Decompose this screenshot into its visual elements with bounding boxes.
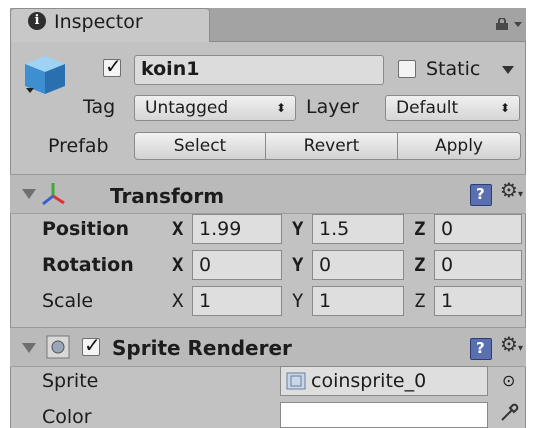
position-y-field[interactable]: 1.5 [312,214,404,244]
sprite-renderer-enabled-checkbox[interactable] [82,333,101,357]
scale-x-label[interactable]: X [172,290,183,312]
position-z-field[interactable]: 0 [434,214,522,244]
transform-foldout-icon[interactable] [22,189,36,199]
color-swatch[interactable] [280,402,488,428]
help-book-icon[interactable] [470,184,492,206]
tag-dropdown[interactable]: Untagged ⬍ [134,95,296,121]
rotation-x-field[interactable]: 0 [192,250,282,280]
transform-header[interactable] [10,174,526,214]
position-x-field[interactable]: 1.99 [192,214,282,244]
tag-label: Tag [83,96,116,118]
static-label: Static [426,58,481,80]
sprite-asset-icon [286,372,306,390]
lock-icon[interactable] [494,18,510,30]
rotation-y-label[interactable]: Y [292,254,303,276]
scale-z-field[interactable]: 1 [434,286,522,316]
rotation-x-label[interactable]: X [172,254,183,276]
gear-icon[interactable]: ⚙▾ [500,332,523,356]
sprite-renderer-icon [46,335,70,359]
position-x-label[interactable]: X [172,218,183,240]
scale-y-field[interactable]: 1 [312,286,404,316]
prefab-label: Prefab [48,135,109,157]
position-label: Position [42,218,129,240]
layer-label: Layer [306,96,359,118]
position-z-label[interactable]: Z [414,218,425,240]
rotation-z-field[interactable]: 0 [434,250,522,280]
rotation-y-field[interactable]: 0 [312,250,404,280]
object-picker-icon[interactable]: ⊙ [502,371,515,390]
tab-menu-icon[interactable] [514,22,522,27]
sprite-label: Sprite [42,370,99,392]
prefab-apply-button[interactable]: Apply [397,132,521,160]
inspector-tab-title: Inspector [54,11,143,33]
sprite-renderer-title: Sprite Renderer [112,336,292,360]
gameobject-name-field[interactable]: koin1 [134,55,384,85]
tag-value: Untagged [145,98,229,118]
layer-value: Default [396,98,459,118]
scale-label: Scale [42,290,94,312]
position-y-label[interactable]: Y [292,218,303,240]
scale-x-field[interactable]: 1 [192,286,282,316]
info-icon: i [28,12,46,30]
sprite-renderer-foldout-icon[interactable] [22,343,36,353]
help-book-icon[interactable] [470,338,492,360]
eyedropper-icon[interactable] [498,400,522,424]
dropdown-arrows-icon: ⬍ [275,101,286,115]
scale-z-label[interactable]: Z [414,290,425,312]
transform-title: Transform [110,184,225,208]
gameobject-active-checkbox[interactable] [103,54,122,78]
gear-icon[interactable]: ⚙▾ [500,178,523,202]
gameobject-cube-icon[interactable] [20,52,70,98]
sprite-value: coinsprite_0 [311,370,427,392]
prefab-revert-button[interactable]: Revert [265,132,398,160]
scale-y-label[interactable]: Y [292,290,303,312]
layer-dropdown[interactable]: Default ⬍ [385,95,520,121]
transform-axes-icon [42,183,65,206]
color-label: Color [42,406,92,428]
rotation-z-label[interactable]: Z [414,254,425,276]
sprite-field[interactable]: coinsprite_0 [280,366,488,396]
static-dropdown-icon[interactable] [502,66,514,74]
prefab-select-button[interactable]: Select [134,132,266,160]
rotation-label: Rotation [42,254,134,276]
dropdown-arrows-icon: ⬍ [499,101,510,115]
static-checkbox[interactable] [398,60,416,78]
